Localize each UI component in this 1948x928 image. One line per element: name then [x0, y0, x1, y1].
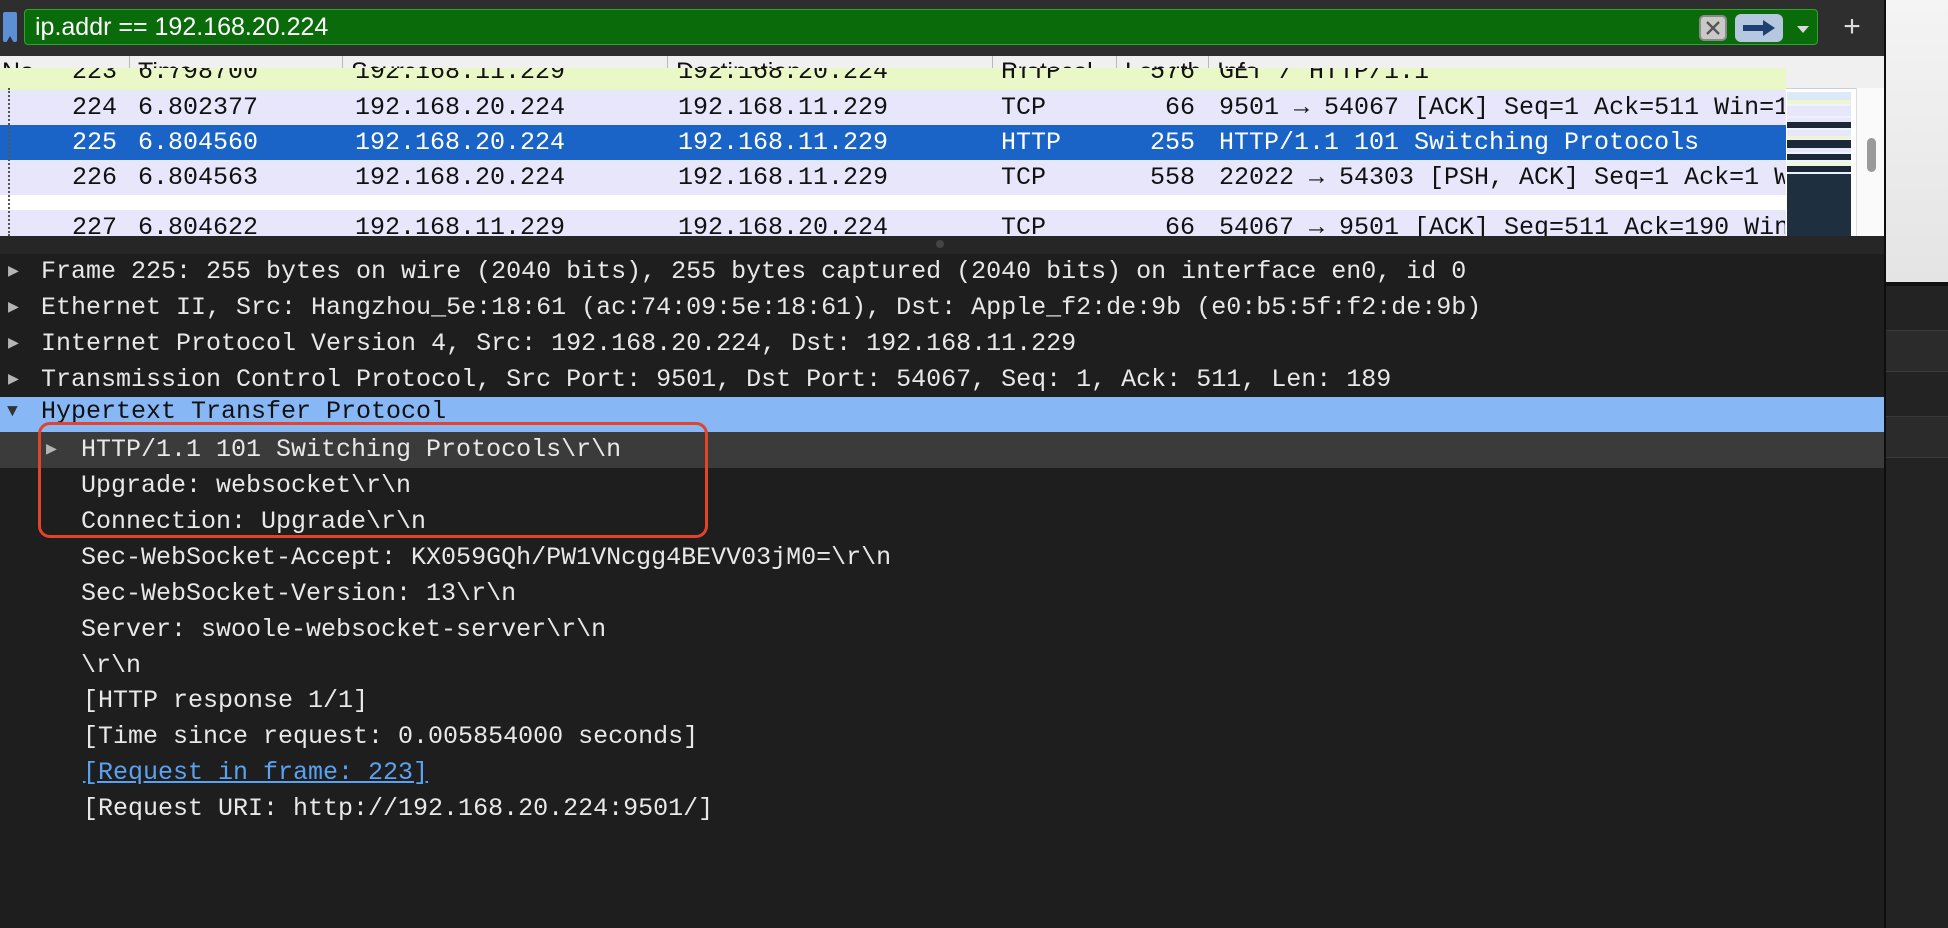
- packet-destination: 192.168.20.224: [678, 213, 889, 236]
- apply-filter-arrow-icon[interactable]: [1735, 14, 1783, 42]
- tree-item-ipv4[interactable]: ▶ Internet Protocol Version 4, Src: 192.…: [0, 326, 1884, 362]
- packet-time: 6.804563: [138, 163, 259, 192]
- tree-item-frame[interactable]: ▶ Frame 225: 255 bytes on wire (2040 bit…: [0, 254, 1884, 290]
- packet-source: 192.168.20.224: [355, 128, 566, 157]
- bookmark-icon[interactable]: [3, 12, 17, 43]
- tree-item-server[interactable]: Server: swoole-websocket-server\r\n: [0, 612, 1884, 648]
- background-panel: [1884, 330, 1948, 372]
- background-window: [1884, 0, 1948, 282]
- packet-source: 192.168.11.229: [355, 213, 566, 236]
- packet-info: 22022 → 54303 [PSH, ACK] Seq=1 Ack=1 Win: [1219, 163, 1785, 192]
- clear-filter-icon[interactable]: [1699, 15, 1727, 41]
- add-filter-button[interactable]: +: [1838, 11, 1866, 43]
- tree-item-websocket-accept[interactable]: Sec-WebSocket-Accept: KX059GQh/PW1VNcgg4…: [0, 540, 1884, 576]
- packet-length: 558: [1150, 163, 1196, 192]
- display-filter-toolbar: +: [0, 0, 1884, 56]
- tree-item-http-response[interactable]: [HTTP response 1/1]: [0, 683, 1884, 719]
- packet-time: 6.804622: [138, 213, 259, 236]
- packet-row[interactable]: 227 6.804622 192.168.11.229 192.168.20.2…: [0, 210, 1786, 236]
- packet-length: 576: [1150, 68, 1196, 86]
- packet-protocol: TCP: [1001, 163, 1047, 192]
- display-filter-input[interactable]: [24, 9, 1818, 45]
- tree-item-label: Ethernet II, Src: Hangzhou_5e:18:61 (ac:…: [41, 293, 1482, 322]
- tree-item-label: [HTTP response 1/1]: [83, 686, 369, 715]
- packet-info: GET / HTTP/1.1: [1219, 68, 1430, 86]
- packet-source: 192.168.20.224: [355, 163, 566, 192]
- pane-splitter-handle[interactable]: [0, 236, 1884, 254]
- packet-protocol: TCP: [1001, 213, 1047, 236]
- packet-no: 224: [72, 93, 118, 122]
- tree-item-label: \r\n: [81, 651, 142, 680]
- request-frame-link[interactable]: [Request in frame: 223]: [83, 755, 428, 791]
- filter-history-chevron-down-icon[interactable]: [1790, 14, 1816, 42]
- packet-length: 255: [1150, 128, 1196, 157]
- tree-item-label: Transmission Control Protocol, Src Port:…: [41, 365, 1392, 394]
- packet-source: 192.168.11.229: [355, 68, 566, 86]
- tree-item-ethernet[interactable]: ▶ Ethernet II, Src: Hangzhou_5e:18:61 (a…: [0, 290, 1884, 326]
- tree-item-label: [Time since request: 0.005854000 seconds…: [83, 722, 699, 751]
- packet-time: 6.804560: [138, 128, 259, 157]
- packet-source: 192.168.20.224: [355, 93, 566, 122]
- packet-destination: 192.168.11.229: [678, 93, 889, 122]
- tree-item-label: Frame 225: 255 bytes on wire (2040 bits)…: [41, 257, 1467, 286]
- packet-destination: 192.168.11.229: [678, 163, 889, 192]
- packet-length: 66: [1165, 213, 1196, 236]
- tree-item-request-uri[interactable]: [Request URI: http://192.168.20.224:9501…: [0, 791, 1884, 827]
- related-packet-gutter: [8, 88, 12, 236]
- scrollbar-thumb[interactable]: [1867, 138, 1876, 172]
- packet-row[interactable]: 223 6.798700 192.168.11.229 192.168.20.2…: [0, 68, 1786, 90]
- packet-protocol: HTTP: [1001, 128, 1062, 157]
- divider: [1884, 282, 1948, 286]
- tree-item-label: Internet Protocol Version 4, Src: 192.16…: [41, 329, 1077, 358]
- packet-no: 225: [72, 128, 118, 157]
- expand-triangle-icon[interactable]: ▶: [8, 326, 28, 362]
- tree-item-request-in-frame[interactable]: [Request in frame: 223]: [0, 755, 1884, 791]
- packet-row-selected[interactable]: 225 6.804560 192.168.20.224 192.168.11.2…: [0, 125, 1786, 160]
- packet-minimap[interactable]: [1787, 92, 1851, 236]
- packet-no: 223: [72, 68, 118, 86]
- packet-no: 227: [72, 213, 118, 236]
- packet-list-scrollbar[interactable]: [1856, 88, 1884, 236]
- tree-item-websocket-version[interactable]: Sec-WebSocket-Version: 13\r\n: [0, 576, 1884, 612]
- packet-details-tree[interactable]: ▶ Frame 225: 255 bytes on wire (2040 bit…: [0, 254, 1884, 928]
- tree-item-crlf[interactable]: \r\n: [0, 648, 1884, 684]
- collapse-triangle-icon[interactable]: ▼: [7, 397, 27, 427]
- tree-item-tcp[interactable]: ▶ Transmission Control Protocol, Src Por…: [0, 362, 1884, 398]
- packet-time: 6.798700: [138, 68, 259, 86]
- packet-destination: 192.168.11.229: [678, 128, 889, 157]
- tree-item-time-since-request[interactable]: [Time since request: 0.005854000 seconds…: [0, 719, 1884, 755]
- packet-length: 66: [1165, 93, 1196, 122]
- tree-item-label: Sec-WebSocket-Accept: KX059GQh/PW1VNcgg4…: [81, 543, 892, 572]
- packet-info: 54067 → 9501 [ACK] Seq=511 Ack=190 Win=1: [1219, 213, 1785, 236]
- packet-protocol: HTTP: [1001, 68, 1062, 86]
- red-annotation-box: [38, 422, 708, 538]
- expand-triangle-icon[interactable]: ▶: [8, 290, 28, 326]
- expand-triangle-icon[interactable]: ▶: [8, 254, 28, 290]
- right-window-edge: [1884, 0, 1948, 928]
- packet-destination: 192.168.20.224: [678, 68, 889, 86]
- packet-list[interactable]: No. Time Source Destination Protocol Len…: [0, 56, 1884, 236]
- packet-row[interactable]: 226 6.804563 192.168.20.224 192.168.11.2…: [0, 160, 1786, 195]
- packet-no: 226: [72, 163, 118, 192]
- packet-info: HTTP/1.1 101 Switching Protocols: [1219, 128, 1700, 157]
- background-panel: [1884, 416, 1948, 458]
- tree-item-label: Server: swoole-websocket-server\r\n: [81, 615, 607, 644]
- packet-row[interactable]: 224 6.802377 192.168.20.224 192.168.11.2…: [0, 90, 1786, 125]
- packet-info: 9501 → 54067 [ACK] Seq=1 Ack=511 Win=132: [1219, 93, 1785, 122]
- packet-protocol: TCP: [1001, 93, 1047, 122]
- expand-triangle-icon[interactable]: ▶: [8, 362, 28, 398]
- tree-item-label: [Request URI: http://192.168.20.224:9501…: [83, 794, 714, 823]
- packet-time: 6.802377: [138, 93, 259, 122]
- divider: [1884, 0, 1886, 928]
- tree-item-label: Sec-WebSocket-Version: 13\r\n: [81, 579, 517, 608]
